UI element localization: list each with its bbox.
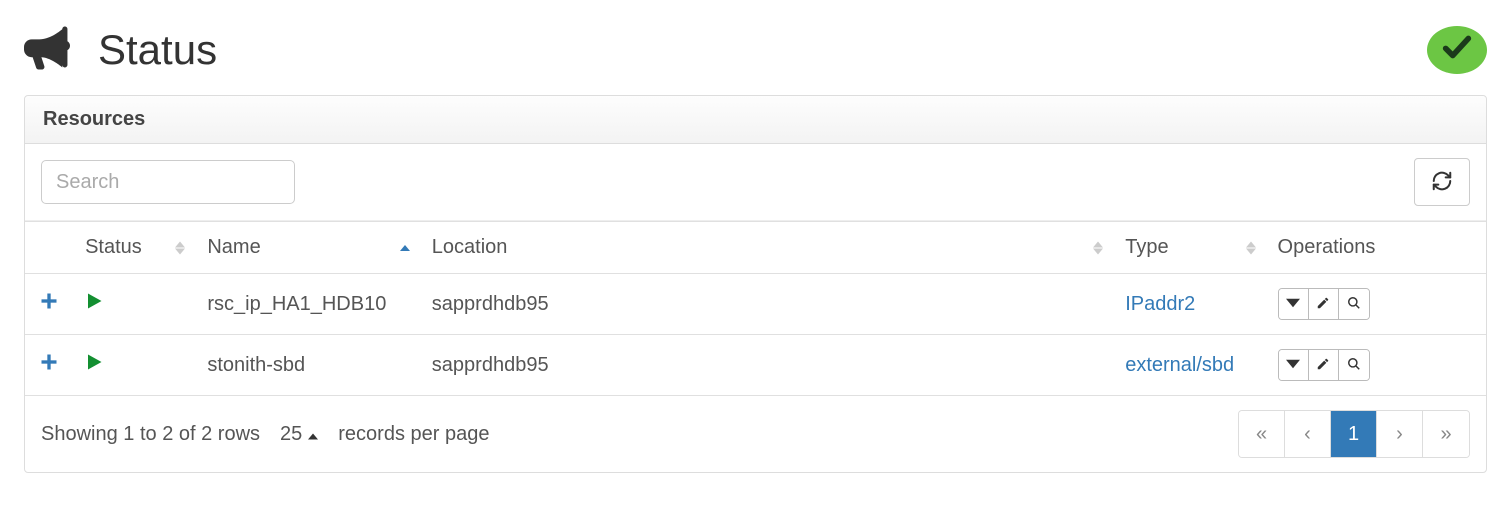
search-input[interactable] <box>41 160 295 204</box>
resource-status <box>73 335 195 396</box>
resource-name: rsc_ip_HA1_HDB10 <box>195 274 419 335</box>
rows-summary: Showing 1 to 2 of 2 rows <box>41 423 260 446</box>
status-header-label: Status <box>85 236 142 258</box>
expand-toggle[interactable] <box>25 274 73 335</box>
table-header-row: Status Name Location <box>25 222 1486 274</box>
resource-status <box>73 274 195 335</box>
sort-icon <box>1246 241 1256 255</box>
name-header-label: Name <box>207 236 260 258</box>
refresh-button[interactable] <box>1414 158 1470 206</box>
pencil-icon <box>1316 357 1330 374</box>
page-title: Status <box>98 26 217 74</box>
footer-left: Showing 1 to 2 of 2 rows 25 records per … <box>41 423 489 446</box>
row-menu-button[interactable] <box>1279 289 1309 319</box>
type-header-label: Type <box>1125 236 1168 258</box>
panel-heading: Resources <box>25 96 1486 144</box>
page-number-button[interactable]: 1 <box>1331 411 1377 457</box>
table-row: stonith-sbd sapprdhdb95 external/sbd <box>25 335 1486 396</box>
page-last-button[interactable]: » <box>1423 411 1469 457</box>
page-size-select[interactable]: 25 <box>280 423 318 446</box>
caret-down-icon <box>1286 296 1300 313</box>
expand-toggle[interactable] <box>25 335 73 396</box>
operations-header: Operations <box>1266 222 1486 274</box>
check-icon <box>1440 30 1474 69</box>
name-header[interactable]: Name <box>195 222 419 274</box>
row-menu-button[interactable] <box>1279 350 1309 380</box>
magnifier-icon <box>1347 357 1361 374</box>
panel-tools <box>25 144 1486 221</box>
caret-up-icon <box>308 423 318 446</box>
location-header[interactable]: Location <box>420 222 1113 274</box>
plus-icon <box>39 294 59 316</box>
page-prev-button[interactable]: ‹ <box>1285 411 1331 457</box>
table-row: rsc_ip_HA1_HDB10 sapprdhdb95 IPaddr2 <box>25 274 1486 335</box>
page-next-button[interactable]: › <box>1377 411 1423 457</box>
row-edit-button[interactable] <box>1309 350 1339 380</box>
resources-panel: Resources Status <box>24 95 1487 473</box>
resource-name: stonith-sbd <box>195 335 419 396</box>
play-icon <box>85 354 103 376</box>
resource-location: sapprdhdb95 <box>420 274 1113 335</box>
bullhorn-icon <box>24 24 70 75</box>
sort-icon <box>1093 241 1103 255</box>
sort-asc-icon <box>400 244 410 251</box>
page-title-wrap: Status <box>24 24 217 75</box>
expand-header <box>25 222 73 274</box>
resources-table: Status Name Location <box>25 221 1486 396</box>
sort-icon <box>175 241 185 255</box>
type-header[interactable]: Type <box>1113 222 1265 274</box>
status-header[interactable]: Status <box>73 222 195 274</box>
table-footer: Showing 1 to 2 of 2 rows 25 records per … <box>25 396 1486 472</box>
health-ok-indicator <box>1427 26 1487 74</box>
page-size-value: 25 <box>280 423 302 446</box>
location-header-label: Location <box>432 236 508 258</box>
refresh-icon <box>1431 170 1453 195</box>
operations-header-label: Operations <box>1278 236 1376 258</box>
caret-down-icon <box>1286 357 1300 374</box>
row-view-button[interactable] <box>1339 350 1369 380</box>
pencil-icon <box>1316 296 1330 313</box>
page-first-button[interactable]: « <box>1239 411 1285 457</box>
row-edit-button[interactable] <box>1309 289 1339 319</box>
page-header: Status <box>24 0 1487 95</box>
pagination: « ‹ 1 › » <box>1238 410 1470 458</box>
row-operations <box>1278 288 1370 320</box>
play-icon <box>85 293 103 315</box>
row-view-button[interactable] <box>1339 289 1369 319</box>
magnifier-icon <box>1347 296 1361 313</box>
plus-icon <box>39 355 59 377</box>
row-operations <box>1278 349 1370 381</box>
resource-location: sapprdhdb95 <box>420 335 1113 396</box>
records-label: records per page <box>338 423 489 446</box>
resource-type-link[interactable]: IPaddr2 <box>1125 293 1195 315</box>
resource-type-link[interactable]: external/sbd <box>1125 354 1234 376</box>
